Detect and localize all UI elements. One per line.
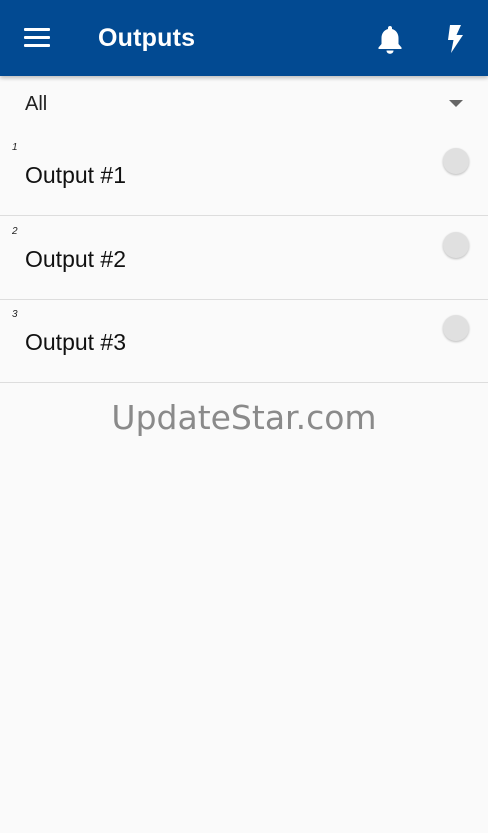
output-index: 3 bbox=[12, 309, 18, 320]
output-label: Output #2 bbox=[25, 246, 127, 272]
output-toggle[interactable] bbox=[443, 315, 469, 341]
output-index: 2 bbox=[12, 226, 18, 237]
filter-dropdown[interactable]: All bbox=[0, 76, 488, 132]
page-title: Outputs bbox=[98, 24, 196, 52]
output-item[interactable]: 3 Output #3 bbox=[0, 299, 488, 383]
output-toggle[interactable] bbox=[443, 148, 469, 174]
app-bar: Outputs bbox=[0, 0, 488, 76]
filter-selected-value: All bbox=[25, 93, 48, 115]
notifications-button[interactable] bbox=[376, 24, 404, 54]
flash-button[interactable] bbox=[444, 24, 466, 54]
watermark-text: UpdateStar.com bbox=[111, 398, 377, 437]
output-item[interactable]: 1 Output #1 bbox=[0, 132, 488, 216]
output-label: Output #1 bbox=[25, 162, 127, 188]
output-index: 1 bbox=[12, 142, 18, 153]
flash-icon bbox=[448, 25, 463, 53]
bell-icon bbox=[378, 26, 402, 54]
output-toggle[interactable] bbox=[443, 232, 469, 258]
menu-button[interactable] bbox=[24, 28, 52, 50]
dropdown-arrow-icon[interactable] bbox=[449, 100, 463, 108]
output-item[interactable]: 2 Output #2 bbox=[0, 216, 488, 300]
output-label: Output #3 bbox=[25, 329, 127, 355]
